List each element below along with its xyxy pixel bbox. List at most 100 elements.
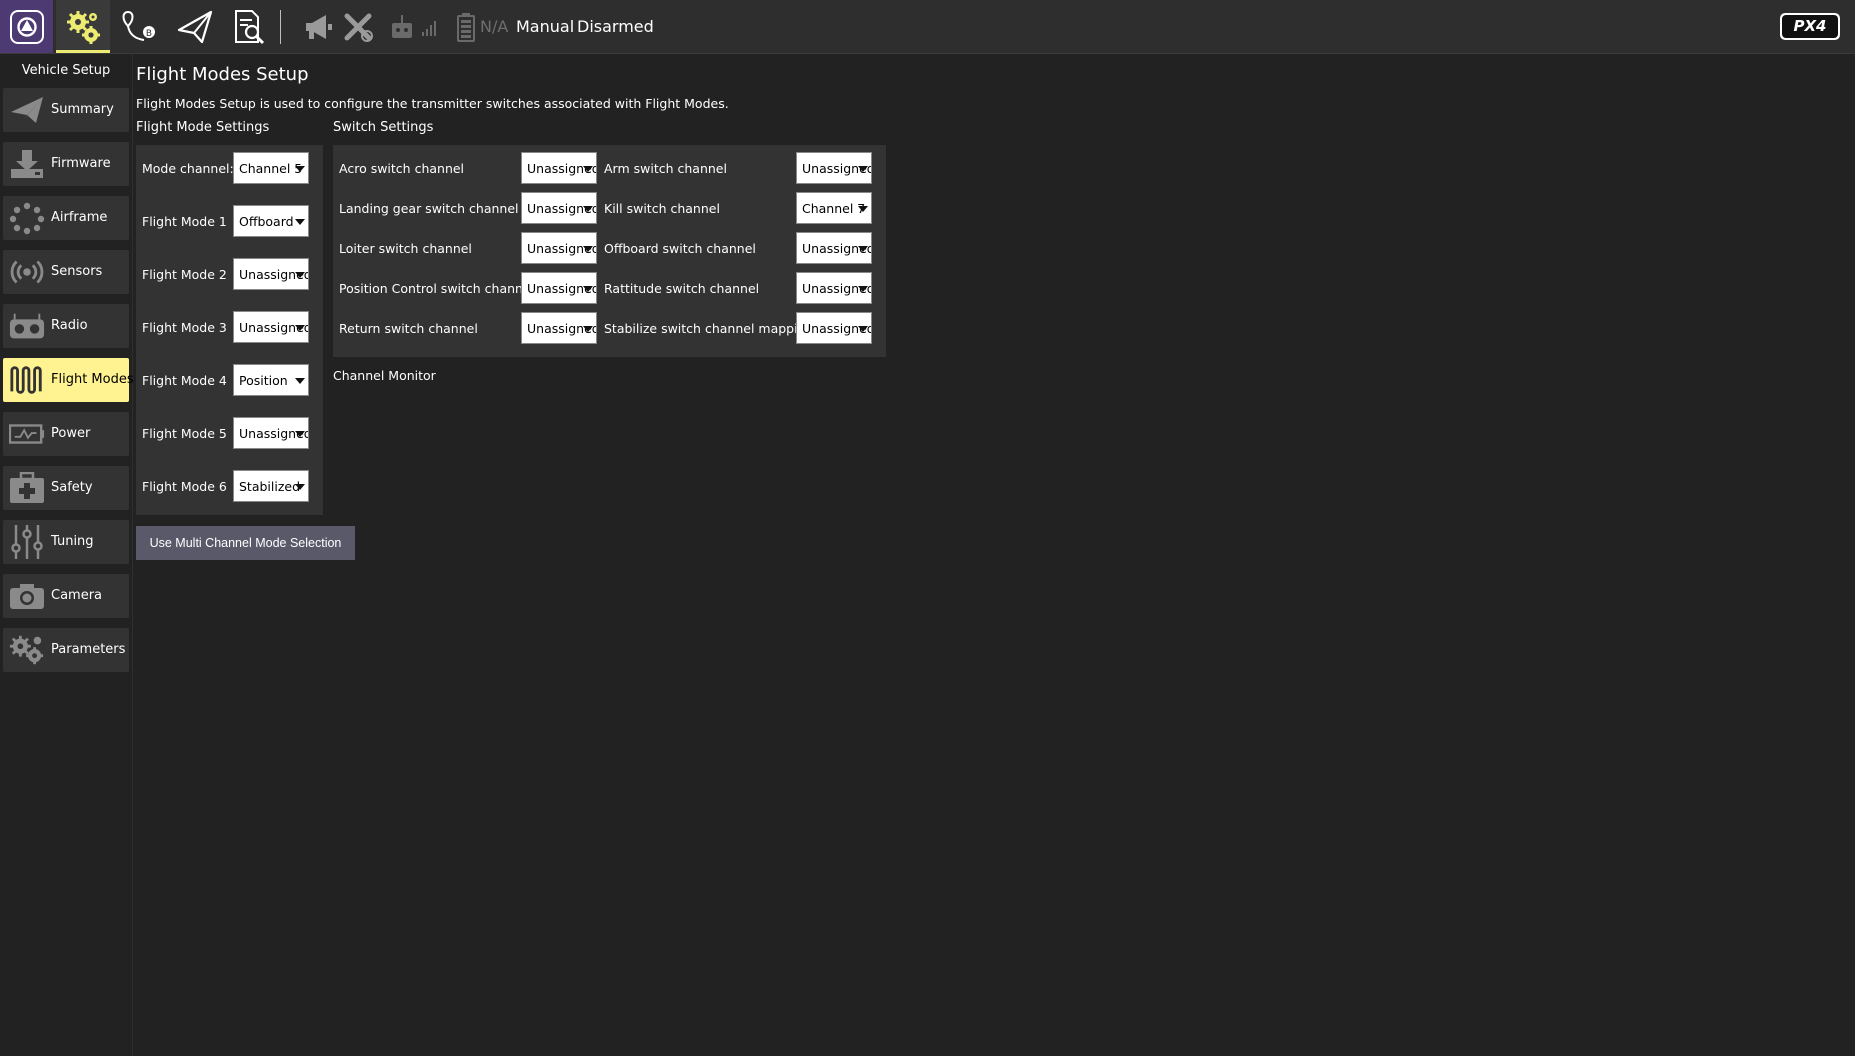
sidebar-item-camera[interactable]: Camera xyxy=(3,574,129,618)
chevron-down-icon xyxy=(858,246,868,252)
return-switch-combo[interactable]: Unassigned xyxy=(521,312,597,344)
sidebar-item-summary[interactable]: Summary xyxy=(3,88,129,132)
sidebar-item-power[interactable]: Power xyxy=(3,412,129,456)
landing-gear-switch-label: Landing gear switch channel xyxy=(339,201,519,216)
sidebar-item-label: Parameters xyxy=(51,642,126,657)
sidebar-item-label: Summary xyxy=(51,102,114,117)
svg-text:B: B xyxy=(146,29,152,39)
analyze-document-icon[interactable] xyxy=(222,0,276,53)
chevron-down-icon xyxy=(583,166,593,172)
megaphone-icon[interactable] xyxy=(302,0,334,53)
chevron-down-icon xyxy=(295,431,305,437)
app-logo-icon[interactable] xyxy=(0,0,53,53)
kill-switch-combo[interactable]: Channel 7 xyxy=(796,192,872,224)
landing-gear-switch-combo[interactable]: Unassigned xyxy=(521,192,597,224)
chevron-down-icon xyxy=(295,378,305,384)
combo-value: Position xyxy=(239,373,288,388)
vehicle-setup-sidebar: Vehicle Setup Summary Firmware Airframe … xyxy=(0,54,134,1056)
loiter-switch-label: Loiter switch channel xyxy=(339,241,472,256)
sidebar-item-radio[interactable]: Radio xyxy=(3,304,129,348)
flight-mode-settings-heading: Flight Mode Settings xyxy=(136,120,270,135)
sidebar-item-firmware[interactable]: Firmware xyxy=(3,142,129,186)
sidebar-item-flight-modes[interactable]: Flight Modes xyxy=(3,358,134,402)
svg-text:PX4: PX4 xyxy=(1794,17,1827,35)
flight-mode-1-combo[interactable]: Offboard xyxy=(233,205,309,237)
download-icon xyxy=(9,147,45,181)
chevron-down-icon xyxy=(583,246,593,252)
fly-plane-icon[interactable] xyxy=(168,0,222,53)
chevron-down-icon xyxy=(295,325,305,331)
flight-mode-6-combo[interactable]: Stabilized xyxy=(233,470,309,502)
chevron-down-icon xyxy=(858,206,868,212)
flight-mode-3-combo[interactable]: Unassigned xyxy=(233,311,309,343)
offboard-switch-label: Offboard switch channel xyxy=(604,241,756,256)
toolbar-separator xyxy=(280,10,281,44)
sidebar-title: Vehicle Setup xyxy=(21,63,111,78)
flight-mode-2-combo[interactable]: Unassigned xyxy=(233,258,309,290)
chevron-down-icon xyxy=(295,484,305,490)
mode-channel-combo[interactable]: Channel 5 xyxy=(233,152,309,184)
chevron-down-icon xyxy=(583,326,593,332)
vehicle-setup-gears-icon[interactable] xyxy=(56,0,110,53)
rattitude-switch-label: Rattitude switch channel xyxy=(604,281,760,296)
flight-mode-4-combo[interactable]: Position xyxy=(233,364,309,396)
sidebar-item-tuning[interactable]: Tuning xyxy=(3,520,129,564)
sidebar-item-sensors[interactable]: Sensors xyxy=(3,250,129,294)
mode-channel-label: Mode channel: xyxy=(142,161,234,176)
sidebar-item-label: Radio xyxy=(51,318,88,333)
combo-value: Stabilized xyxy=(239,479,301,494)
chevron-down-icon xyxy=(583,286,593,292)
sidebar-item-airframe[interactable]: Airframe xyxy=(3,196,129,240)
flight-mode-6-label: Flight Mode 6 xyxy=(142,479,227,494)
paper-plane-icon xyxy=(9,93,45,127)
flight-mode-indicator[interactable]: Manual xyxy=(516,17,574,37)
chevron-down-icon xyxy=(583,206,593,212)
flight-mode-4-label: Flight Mode 4 xyxy=(142,373,227,388)
rc-transmitter-icon[interactable] xyxy=(390,0,414,53)
flight-mode-3-label: Flight Mode 3 xyxy=(142,320,227,335)
top-toolbar: B N/A Manual Disarmed PX4 xyxy=(0,0,1855,54)
plan-route-icon[interactable]: B xyxy=(112,0,166,53)
acro-switch-label: Acro switch channel xyxy=(339,161,465,176)
flight-mode-5-label: Flight Mode 5 xyxy=(142,426,227,441)
radio-waves-icon xyxy=(9,255,45,289)
kill-switch-label: Kill switch channel xyxy=(604,201,720,216)
sidebar-item-parameters[interactable]: Parameters xyxy=(3,628,129,672)
arm-status-indicator[interactable]: Disarmed xyxy=(577,17,654,37)
chevron-down-icon xyxy=(295,166,305,172)
chevron-down-icon xyxy=(295,272,305,278)
position-control-switch-combo[interactable]: Unassigned xyxy=(521,272,597,304)
sliders-icon xyxy=(9,525,45,559)
flight-mode-5-combo[interactable]: Unassigned xyxy=(233,417,309,449)
channel-monitor-heading: Channel Monitor xyxy=(333,368,436,383)
battery-icon[interactable] xyxy=(456,0,476,53)
wave-icon xyxy=(9,363,45,397)
radio-controller-icon xyxy=(9,309,45,343)
switch-settings-heading: Switch Settings xyxy=(333,120,434,135)
signal-bars-icon xyxy=(422,0,438,53)
sidebar-item-safety[interactable]: Safety xyxy=(3,466,129,510)
px4-logo: PX4 xyxy=(1780,13,1840,40)
sidebar-item-label: Camera xyxy=(51,588,103,603)
gears-icon xyxy=(9,633,45,667)
sidebar-item-label: Safety xyxy=(51,480,93,495)
sidebar-item-label: Flight Modes xyxy=(51,372,134,387)
camera-icon xyxy=(9,579,45,613)
flight-mode-1-label: Flight Mode 1 xyxy=(142,214,227,229)
sidebar-item-label: Firmware xyxy=(51,156,111,171)
switch-settings-panel: Acro switch channel Unassigned Landing g… xyxy=(333,145,886,357)
chevron-down-icon xyxy=(858,326,868,332)
chevron-down-icon xyxy=(858,166,868,172)
arm-switch-combo[interactable]: Unassigned xyxy=(796,152,872,184)
gps-satellite-icon[interactable] xyxy=(342,0,374,53)
rattitude-switch-combo[interactable]: Unassigned xyxy=(796,272,872,304)
multi-channel-mode-button[interactable]: Use Multi Channel Mode Selection xyxy=(136,526,355,560)
sidebar-item-label: Sensors xyxy=(51,264,103,279)
flight-mode-2-label: Flight Mode 2 xyxy=(142,267,227,282)
combo-value: Offboard xyxy=(239,214,294,229)
page-title: Flight Modes Setup xyxy=(136,64,309,85)
acro-switch-combo[interactable]: Unassigned xyxy=(521,152,597,184)
loiter-switch-combo[interactable]: Unassigned xyxy=(521,232,597,264)
offboard-switch-combo[interactable]: Unassigned xyxy=(796,232,872,264)
stabilize-switch-combo[interactable]: Unassigned xyxy=(796,312,872,344)
